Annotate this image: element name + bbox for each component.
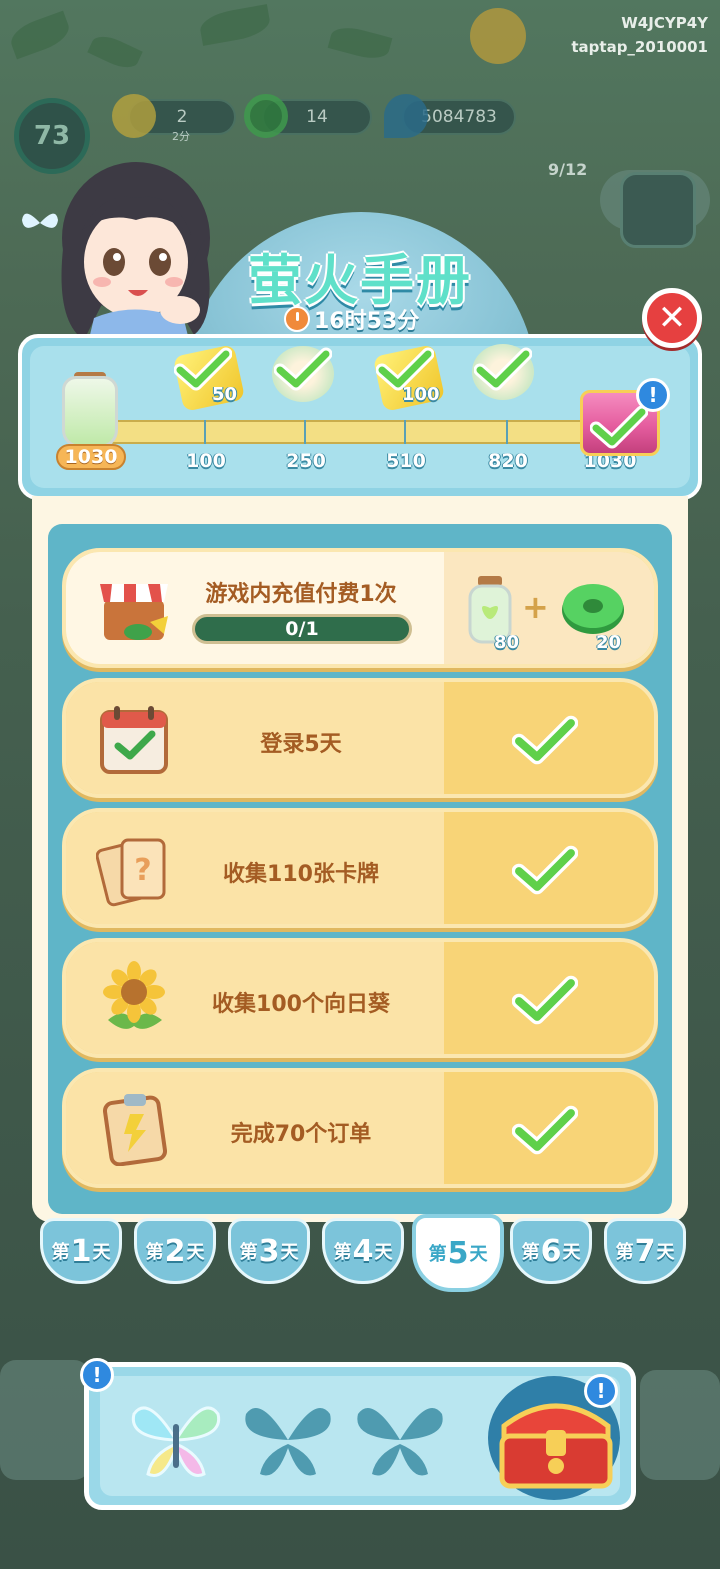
reward-amount: 20 [596,632,622,653]
tab-prefix: 第 [51,1242,70,1263]
bg-counter-text: 9/12 [548,160,588,179]
check-icon [590,405,648,449]
tab-number: 2 [164,1233,186,1269]
task-complete-check-icon [512,715,578,765]
tab-prefix: 第 [145,1242,164,1263]
tab-day-1[interactable]: 第1天 [40,1218,122,1284]
check-icon [474,347,532,391]
task-row-sunflowers[interactable]: 收集100个向日葵 [62,938,658,1058]
plus-sign: + [522,588,549,626]
milestone-tick [506,420,508,444]
tab-suffix: 天 [92,1242,111,1263]
milestone-label: 820 [488,450,528,472]
tab-prefix: 第 [239,1242,258,1263]
butterfly-locked-icon[interactable] [352,1394,448,1486]
tab-day-5[interactable]: 第5天 [412,1214,504,1292]
tab-day-3[interactable]: 第3天 [228,1218,310,1284]
tab-day-6[interactable]: 第6天 [510,1218,592,1284]
score-value: 5084783 [421,107,497,127]
order-clipboard-icon [102,1094,168,1166]
firefly-jar-icon [62,376,118,448]
alert-icon[interactable]: ! [636,378,670,412]
butterfly-sparkle-icon [22,213,58,228]
task-label: 登录5天 [260,732,342,757]
milestone-tick [304,420,306,444]
task-row-login[interactable]: 登录5天 [62,678,658,798]
day-tabs: 第1天 第2天 第3天 第4天 第5天 第6天 第7天 [38,1214,686,1298]
card-pack-icon: ? [96,838,166,907]
tab-number: 5 [447,1235,469,1271]
tab-number: 3 [258,1233,280,1269]
check-icon [274,347,332,391]
check-icon [376,347,434,391]
task-complete-check-icon [512,975,578,1025]
jade-coin-icon [244,94,288,138]
tab-suffix: 天 [374,1242,393,1263]
tab-prefix: 第 [428,1244,447,1265]
task-label: 收集100个向日葵 [212,992,390,1017]
tab-number: 7 [634,1233,656,1269]
milestone-progress-bar [110,420,610,444]
task-complete-check-icon [512,845,578,895]
alert-icon[interactable]: ! [80,1358,114,1392]
tab-suffix: 天 [562,1242,581,1263]
milestone-tick [204,420,206,444]
task-label: 游戏内充值付费1次 [205,582,397,607]
butterfly-collected-icon[interactable] [128,1394,224,1486]
tab-number: 6 [540,1233,562,1269]
tab-suffix: 天 [656,1242,675,1263]
task-label: 完成70个订单 [230,1122,372,1147]
close-button[interactable]: ✕ [642,288,702,348]
task-progress-bar: 0/1 [192,614,412,644]
tab-number: 1 [70,1233,92,1269]
countdown-text: 16时53分 [314,309,420,334]
task-label: 收集110张卡牌 [223,862,379,887]
tab-suffix: 天 [186,1242,205,1263]
milestone-label: 100 [186,450,226,472]
tab-number: 4 [352,1233,374,1269]
tab-suffix: 天 [280,1242,299,1263]
tab-day-7[interactable]: 第7天 [604,1218,686,1284]
tab-day-4[interactable]: 第4天 [322,1218,404,1284]
alert-icon[interactable]: ! [584,1374,618,1408]
check-icon [174,347,232,391]
tab-day-2[interactable]: 第2天 [134,1218,216,1284]
energy-timer: 2分 [172,130,190,143]
calendar-icon [100,706,168,774]
current-points-badge: 1030 [56,444,126,470]
tab-prefix: 第 [615,1242,634,1263]
sun-decoration [470,8,526,64]
butterfly-locked-icon[interactable] [240,1394,336,1486]
task-complete-check-icon [512,1105,578,1155]
flame-icon [384,94,428,138]
milestone-label: 510 [386,450,426,472]
shop-stall-icon [100,584,168,640]
clock-icon [284,306,310,332]
channel-watermark: taptap_2010001 [571,38,708,56]
milestone-label: 250 [286,450,326,472]
tab-prefix: 第 [333,1242,352,1263]
shop-button[interactable] [620,172,696,248]
countdown-timer: 16时53分 [284,304,419,334]
milestone-tick [404,420,406,444]
reward-amount: 80 [494,632,520,653]
energy-value: 2 [176,107,188,127]
sunflower-icon [103,961,165,1029]
tab-prefix: 第 [521,1242,540,1263]
task-row-orders[interactable]: 完成70个订单 [62,1068,658,1188]
user-id-watermark: W4JCYP4Y [621,14,708,32]
jade-coin-icon [562,584,624,634]
svg-text:?: ? [134,853,151,888]
task-row-recharge[interactable]: 游戏内充值付费1次 0/1 + 80 20 [62,548,658,668]
side-button-shadow [640,1370,720,1480]
task-row-cards[interactable]: ? 收集110张卡牌 [62,808,658,928]
lightning-icon [112,94,156,138]
side-button-shadow [0,1360,90,1480]
coin-value: 14 [306,107,328,127]
tab-suffix: 天 [469,1244,488,1265]
